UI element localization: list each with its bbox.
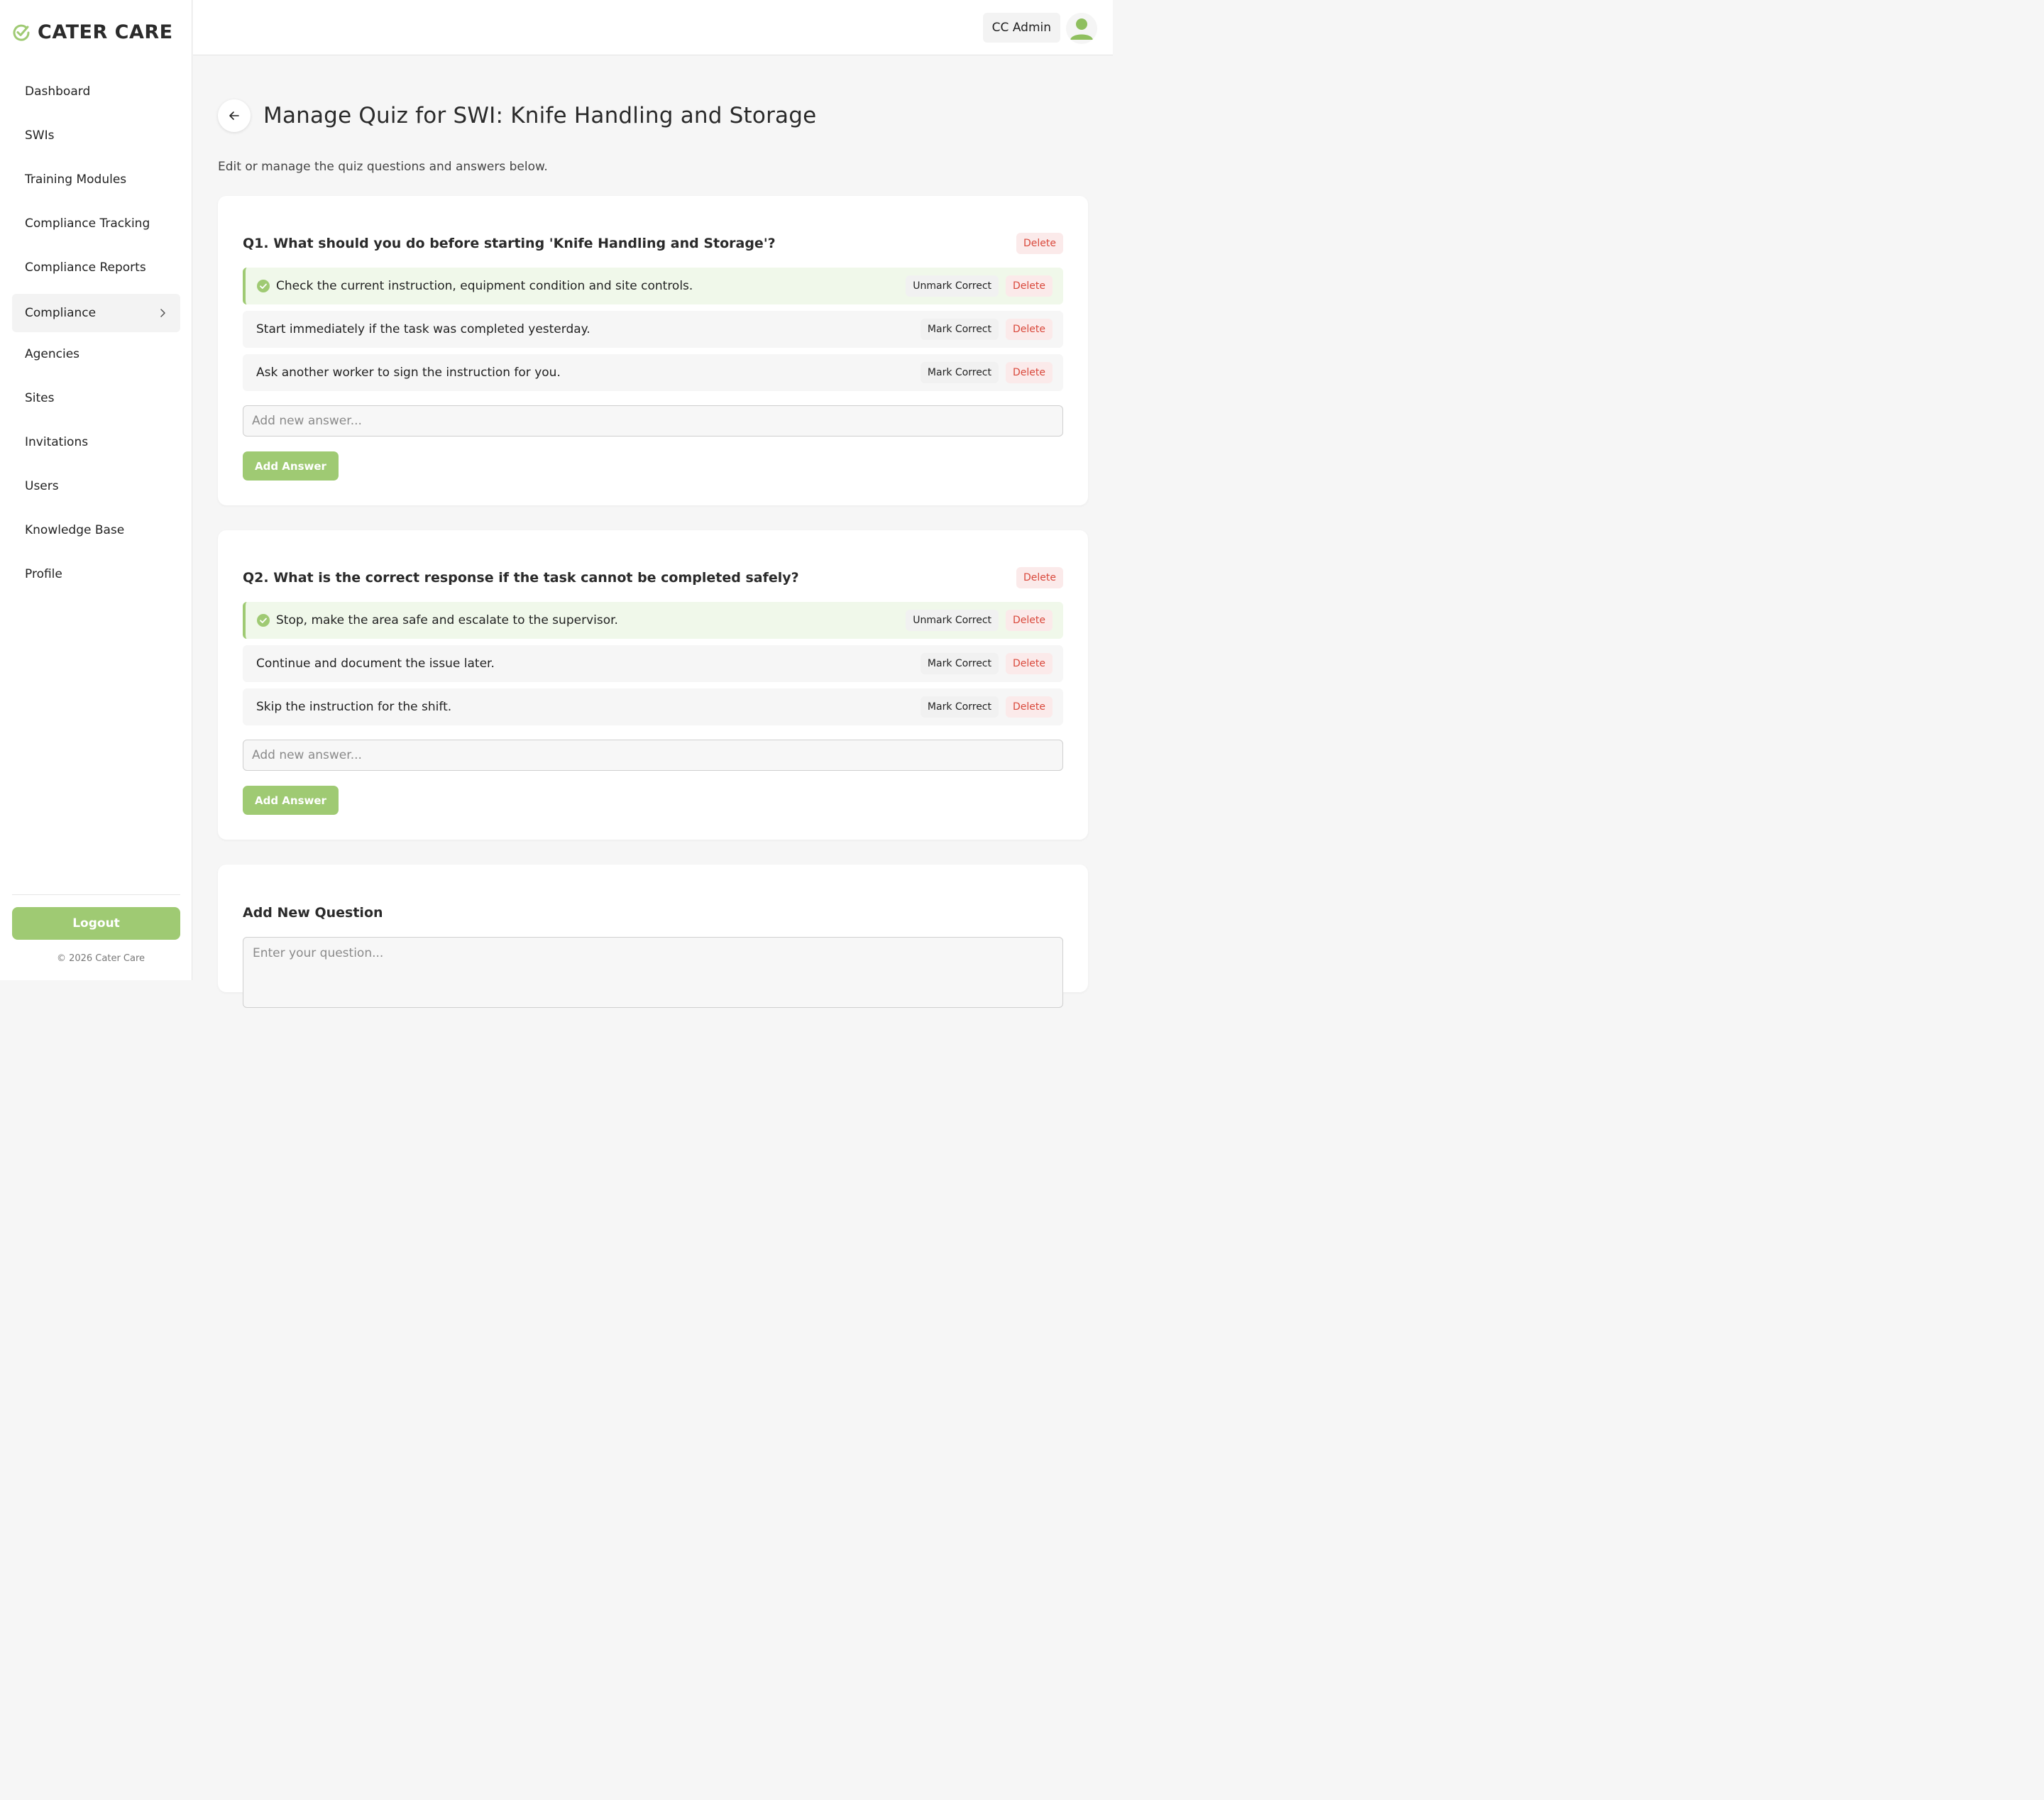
sidebar-item-label: Agencies [25,347,80,361]
answer-actions: Unmark Correct Delete [906,610,1053,631]
delete-answer-button[interactable]: Delete [1006,362,1053,383]
add-question-title: Add New Question [243,905,383,921]
mark-correct-button[interactable]: Mark Correct [920,696,999,718]
answer-content: Ask another worker to sign the instructi… [256,366,561,380]
add-question-card: Add New Question [218,865,1088,1008]
question-text: Q2. What is the correct response if the … [243,570,799,586]
answer-row: Continue and document the issue later. M… [243,645,1063,682]
sidebar-item-label: Compliance Reports [25,260,146,275]
sidebar-item-profile[interactable]: Profile [12,552,180,596]
answer-text: Stop, make the area safe and escalate to… [276,613,618,627]
top-header: CC Admin [193,0,1113,55]
arrow-left-icon [229,111,239,120]
sidebar-item-compliance[interactable]: Compliance [12,294,180,332]
sidebar-item-dashboard[interactable]: Dashboard [12,70,180,114]
answer-text: Ask another worker to sign the instructi… [256,366,561,380]
sidebar-divider [12,894,180,895]
answer-row: Skip the instruction for the shift. Mark… [243,688,1063,725]
delete-answer-button[interactable]: Delete [1006,610,1053,631]
sidebar: CATER CARE Dashboard SWIs Training Modul… [0,0,192,980]
new-question-input[interactable] [243,937,1063,1008]
brand[interactable]: CATER CARE [12,21,173,43]
sidebar-item-label: Users [25,479,59,493]
add-answer-button[interactable]: Add Answer [243,786,339,815]
answer-row: Ask another worker to sign the instructi… [243,354,1063,391]
delete-answer-button[interactable]: Delete [1006,319,1053,340]
question-text: Q1. What should you do before starting '… [243,236,776,251]
answer-content: Skip the instruction for the shift. [256,700,451,714]
sidebar-item-knowledge-base[interactable]: Knowledge Base [12,508,180,552]
delete-answer-button[interactable]: Delete [1006,653,1053,674]
answer-text: Continue and document the issue later. [256,657,495,671]
answer-actions: Mark Correct Delete [920,319,1053,340]
answer-row-correct: Stop, make the area safe and escalate to… [243,602,1063,639]
sidebar-item-users[interactable]: Users [12,464,180,508]
title-row: Manage Quiz for SWI: Knife Handling and … [218,99,816,132]
question-header: Q2. What is the correct response if the … [243,567,1063,588]
brand-name: CATER CARE [38,21,173,43]
answer-actions: Mark Correct Delete [920,362,1053,383]
answer-content: Start immediately if the task was comple… [256,322,590,336]
avatar[interactable] [1066,13,1097,44]
sidebar-item-label: Knowledge Base [25,523,125,537]
answer-actions: Mark Correct Delete [920,696,1053,718]
app-root: CATER CARE Dashboard SWIs Training Modul… [0,0,1113,1008]
answer-content: Check the current instruction, equipment… [257,279,693,293]
sidebar-item-label: SWIs [25,128,55,143]
sidebar-item-sites[interactable]: Sites [12,376,180,420]
sidebar-item-swis[interactable]: SWIs [12,114,180,158]
question-card: Q1. What should you do before starting '… [218,196,1088,505]
unmark-correct-button[interactable]: Unmark Correct [906,610,999,631]
question-header: Q1. What should you do before starting '… [243,233,1063,254]
check-circle-icon [257,614,270,627]
sidebar-nav: Dashboard SWIs Training Modules Complian… [12,70,180,596]
page-subtitle: Edit or manage the quiz questions and an… [218,160,548,174]
mark-correct-button[interactable]: Mark Correct [920,653,999,674]
answer-row: Start immediately if the task was comple… [243,311,1063,348]
user-avatar-icon [1070,18,1093,40]
answer-content: Stop, make the area safe and escalate to… [257,613,618,627]
delete-question-button[interactable]: Delete [1016,233,1063,254]
sidebar-item-label: Profile [25,567,62,581]
chevron-right-icon [160,309,165,317]
sidebar-item-label: Compliance [25,306,97,320]
check-circle-icon [257,280,270,292]
user-name-button[interactable]: CC Admin [982,13,1060,43]
logout-button[interactable]: Logout [12,907,180,940]
answer-text: Start immediately if the task was comple… [256,322,590,336]
new-answer-input[interactable] [243,740,1063,771]
answer-text: Skip the instruction for the shift. [256,700,452,714]
unmark-correct-button[interactable]: Unmark Correct [906,275,999,297]
back-button[interactable] [218,99,251,132]
answer-row-correct: Check the current instruction, equipment… [243,268,1063,304]
answer-text: Check the current instruction, equipment… [276,279,693,293]
delete-question-button[interactable]: Delete [1016,567,1063,588]
delete-answer-button[interactable]: Delete [1006,275,1053,297]
sidebar-item-invitations[interactable]: Invitations [12,420,180,464]
sidebar-item-agencies[interactable]: Agencies [12,332,180,376]
sidebar-item-label: Invitations [25,435,89,449]
new-answer-input[interactable] [243,405,1063,437]
answer-content: Continue and document the issue later. [256,657,495,671]
sidebar-item-label: Compliance Tracking [25,216,150,231]
sidebar-item-compliance-tracking[interactable]: Compliance Tracking [12,202,180,246]
sidebar-item-label: Training Modules [25,172,127,187]
check-circle-logo-icon [13,24,30,41]
sidebar-item-compliance-reports[interactable]: Compliance Reports [12,246,180,290]
sidebar-item-label: Sites [25,391,55,405]
answer-actions: Mark Correct Delete [920,653,1053,674]
question-card: Q2. What is the correct response if the … [218,530,1088,840]
add-answer-button[interactable]: Add Answer [243,451,339,481]
copyright: © 2026 Cater Care [56,953,145,964]
mark-correct-button[interactable]: Mark Correct [920,319,999,340]
page-title: Manage Quiz for SWI: Knife Handling and … [263,103,817,128]
answer-actions: Unmark Correct Delete [906,275,1053,297]
mark-correct-button[interactable]: Mark Correct [920,362,999,383]
delete-answer-button[interactable]: Delete [1006,696,1053,718]
sidebar-item-label: Dashboard [25,84,91,99]
sidebar-item-training-modules[interactable]: Training Modules [12,158,180,202]
